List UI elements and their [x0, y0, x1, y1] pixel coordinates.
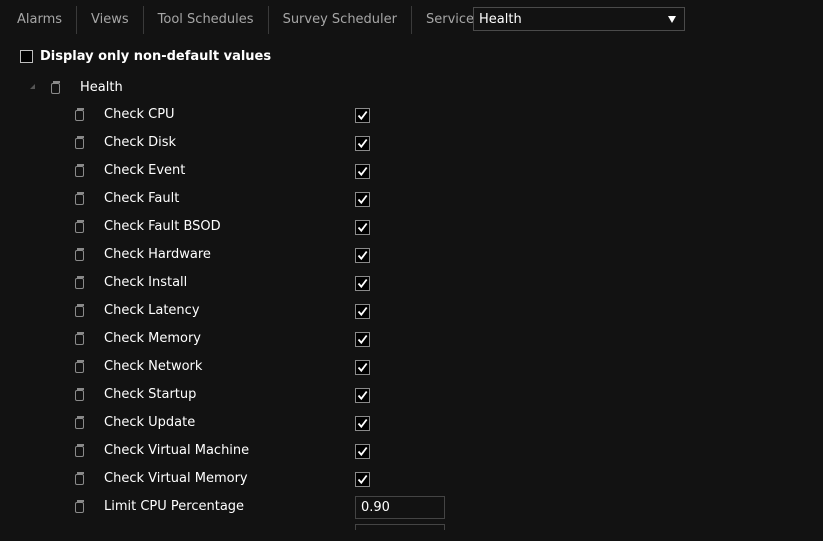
setting-row: Check Fault — [0, 187, 500, 211]
setting-row: Check Event — [0, 159, 500, 183]
setting-label: Check Update — [104, 415, 196, 430]
document-icon — [75, 136, 84, 149]
document-icon — [75, 388, 84, 401]
document-icon — [75, 500, 84, 513]
setting-row: Check Install — [0, 271, 500, 295]
dropdown-arrow-icon[interactable] — [668, 16, 676, 23]
setting-label: Check Fault BSOD — [104, 219, 221, 234]
service-select-value: Health — [479, 12, 522, 27]
tab-bar: Alarms Views Tool Schedules Survey Sched… — [0, 6, 495, 34]
tree-root-label: Health — [80, 80, 123, 95]
tab-survey-scheduler[interactable]: Survey Scheduler — [269, 6, 411, 34]
document-icon — [75, 416, 84, 429]
next-field-partial — [355, 524, 445, 530]
setting-checkbox[interactable] — [355, 108, 370, 123]
setting-label: Check Startup — [104, 387, 197, 402]
checkmark-icon — [357, 194, 368, 205]
setting-row: Limit CPU Percentage — [0, 495, 500, 519]
setting-checkbox[interactable] — [355, 304, 370, 319]
setting-label: Check Disk — [104, 135, 177, 150]
setting-label: Check Event — [104, 163, 186, 178]
tab-tool-schedules[interactable]: Tool Schedules — [144, 6, 268, 34]
setting-checkbox[interactable] — [355, 248, 370, 263]
checkmark-icon — [357, 166, 368, 177]
setting-row: Check Memory — [0, 327, 500, 351]
checkmark-icon — [357, 222, 368, 233]
setting-checkbox[interactable] — [355, 332, 370, 347]
setting-number-input[interactable] — [355, 496, 445, 519]
setting-checkbox[interactable] — [355, 416, 370, 431]
tab-alarms[interactable]: Alarms — [0, 6, 76, 34]
setting-label: Check Fault — [104, 191, 180, 206]
setting-label: Check CPU — [104, 107, 175, 122]
setting-row: Check Startup — [0, 383, 500, 407]
setting-label: Check Hardware — [104, 247, 211, 262]
setting-checkbox[interactable] — [355, 360, 370, 375]
setting-checkbox[interactable] — [355, 472, 370, 487]
setting-checkbox[interactable] — [355, 276, 370, 291]
setting-label: Check Memory — [104, 331, 201, 346]
document-icon — [51, 81, 60, 94]
setting-row: Check Virtual Machine — [0, 439, 500, 463]
document-icon — [75, 220, 84, 233]
checkmark-icon — [357, 474, 368, 485]
setting-row: Check Fault BSOD — [0, 215, 500, 239]
setting-row: Check Virtual Memory — [0, 467, 500, 491]
non-default-filter[interactable]: Display only non-default values — [20, 49, 271, 64]
setting-checkbox[interactable] — [355, 192, 370, 207]
checkmark-icon — [357, 446, 368, 457]
checkmark-icon — [357, 390, 368, 401]
setting-row: Check Update — [0, 411, 500, 435]
checkmark-icon — [357, 138, 368, 149]
checkmark-icon — [357, 334, 368, 345]
setting-label: Limit CPU Percentage — [104, 499, 245, 514]
document-icon — [75, 276, 84, 289]
tree-root-health[interactable]: Health — [0, 78, 500, 98]
collapse-triangle-icon[interactable] — [30, 84, 35, 89]
document-icon — [75, 192, 84, 205]
checkmark-icon — [357, 306, 368, 317]
checkmark-icon — [357, 418, 368, 429]
setting-checkbox[interactable] — [355, 220, 370, 235]
setting-label: Check Network — [104, 359, 203, 374]
setting-checkbox[interactable] — [355, 444, 370, 459]
setting-label: Check Install — [104, 275, 188, 290]
checkmark-icon — [357, 250, 368, 261]
setting-row: Check Hardware — [0, 243, 500, 267]
service-select[interactable]: Health — [473, 7, 685, 31]
document-icon — [75, 108, 84, 121]
non-default-checkbox[interactable] — [20, 50, 33, 63]
setting-row: Check Latency — [0, 299, 500, 323]
document-icon — [75, 304, 84, 317]
setting-checkbox[interactable] — [355, 388, 370, 403]
setting-checkbox[interactable] — [355, 164, 370, 179]
setting-row: Check Disk — [0, 131, 500, 155]
tab-views[interactable]: Views — [77, 6, 143, 34]
document-icon — [75, 472, 84, 485]
setting-checkbox[interactable] — [355, 136, 370, 151]
document-icon — [75, 332, 84, 345]
non-default-label: Display only non-default values — [40, 49, 272, 64]
document-icon — [75, 248, 84, 261]
setting-row: Check Network — [0, 355, 500, 379]
setting-label: Check Latency — [104, 303, 200, 318]
setting-label: Check Virtual Machine — [104, 443, 250, 458]
setting-row: Check CPU — [0, 103, 500, 127]
setting-label: Check Virtual Memory — [104, 471, 248, 486]
checkmark-icon — [357, 362, 368, 373]
checkmark-icon — [357, 110, 368, 121]
document-icon — [75, 164, 84, 177]
document-icon — [75, 444, 84, 457]
checkmark-icon — [357, 278, 368, 289]
document-icon — [75, 360, 84, 373]
